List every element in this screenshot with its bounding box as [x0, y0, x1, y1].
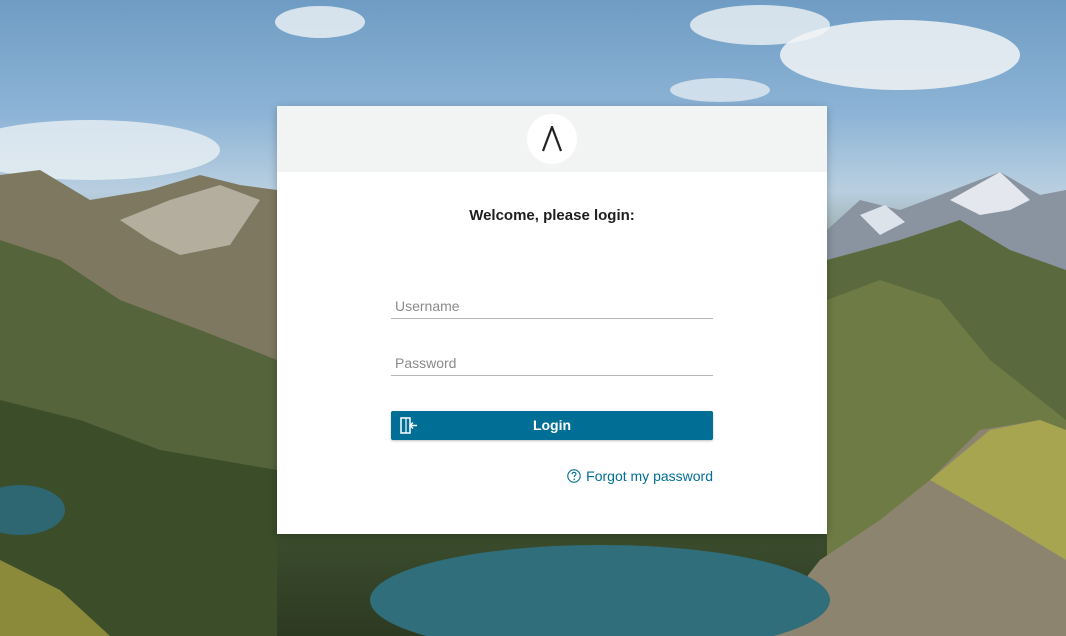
username-input[interactable] — [391, 296, 713, 316]
forgot-password-link[interactable]: Forgot my password — [567, 468, 713, 484]
password-input[interactable] — [391, 353, 713, 373]
forgot-password-label: Forgot my password — [586, 468, 713, 484]
logo — [527, 114, 577, 164]
login-button[interactable]: Login — [391, 411, 713, 440]
login-button-label: Login — [532, 417, 572, 433]
welcome-title: Welcome, please login: — [469, 207, 635, 224]
card-header — [277, 106, 827, 172]
lambda-logo-icon — [541, 126, 563, 152]
username-field-container — [391, 296, 713, 319]
login-card: Welcome, please login: Login Forgot my p… — [277, 106, 827, 534]
password-field-container — [391, 353, 713, 376]
help-circle-icon — [567, 469, 581, 483]
